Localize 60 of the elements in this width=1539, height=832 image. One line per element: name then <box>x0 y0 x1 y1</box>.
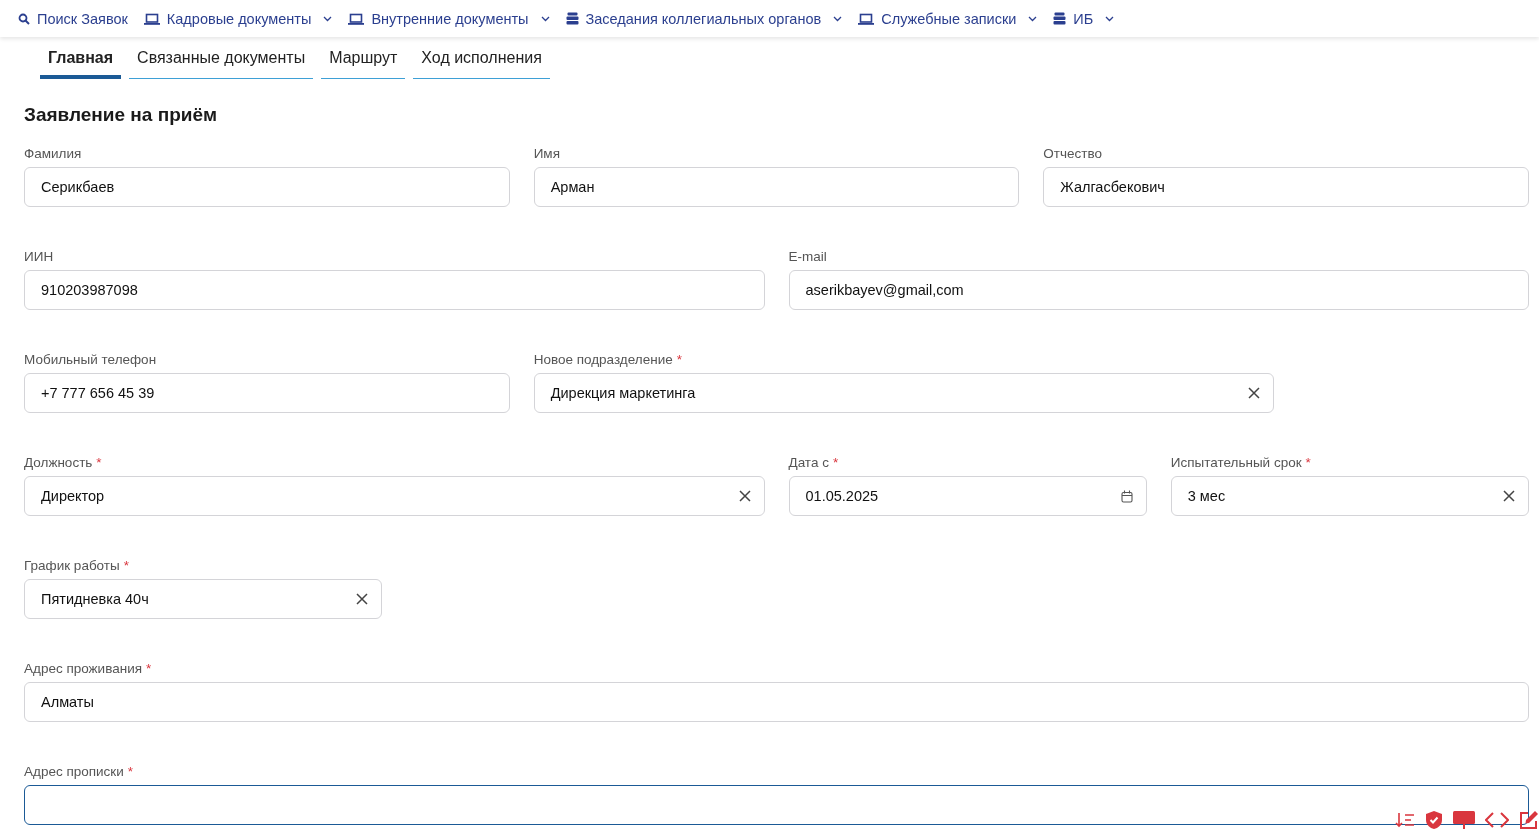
input-field[interactable]: aserikbayev@gmail,com <box>788 270 1529 310</box>
required-mark: * <box>146 661 152 676</box>
nav-menu-item[interactable]: ИБ <box>1053 10 1115 27</box>
field-label: Испытательный срок <box>1170 455 1302 470</box>
date-field[interactable]: 01.05.2025 <box>788 476 1147 516</box>
field-label: График работы <box>24 558 120 573</box>
nav-menu-item[interactable]: Поиск Заявок <box>18 10 128 27</box>
select-field[interactable]: Дирекция маркетинга <box>533 373 1275 413</box>
clear-icon[interactable] <box>738 490 751 502</box>
field-label: Адрес проживания <box>24 661 142 676</box>
field-label: ИИН <box>24 249 54 264</box>
select-field[interactable]: Пятидневка 40ч <box>24 579 383 619</box>
shield-check-icon[interactable] <box>1425 810 1443 830</box>
input-field[interactable] <box>24 785 1529 825</box>
nav-menu-item[interactable]: Заседания коллегиальных органов <box>565 10 843 27</box>
nav-menu-item[interactable]: Внутренние документы <box>348 10 550 27</box>
tab[interactable]: Связанные документы <box>129 43 314 79</box>
field-label: Фамилия <box>24 146 82 161</box>
edit-icon[interactable] <box>1519 810 1539 830</box>
archive-icon <box>565 12 579 25</box>
input-field[interactable]: 910203987098 <box>24 270 765 310</box>
clear-icon[interactable] <box>1248 387 1261 399</box>
field-label: Мобильный телефон <box>24 352 157 367</box>
laptop-icon <box>858 12 875 25</box>
required-mark: * <box>1305 455 1311 470</box>
search-icon <box>18 12 30 25</box>
laptop-icon <box>348 12 365 25</box>
field-label: E-mail <box>788 249 827 264</box>
sort-icon[interactable] <box>1395 812 1415 828</box>
field-label: Имя <box>533 146 560 161</box>
tab[interactable]: Ход исполнения <box>413 43 550 79</box>
clear-icon[interactable] <box>356 593 369 605</box>
required-mark: * <box>96 455 102 470</box>
tab[interactable]: Главная <box>40 43 122 79</box>
monitor-icon[interactable] <box>1453 811 1475 829</box>
input-field[interactable]: Алматы <box>24 682 1529 722</box>
clear-icon[interactable] <box>1503 490 1515 502</box>
code-icon[interactable] <box>1485 812 1509 828</box>
required-mark: * <box>676 352 682 367</box>
nav-menu-item[interactable]: Служебные записки <box>858 10 1038 27</box>
form-title: Заявление на приём <box>24 104 219 126</box>
field-label: Дата с <box>788 455 829 470</box>
input-field[interactable]: Жалгасбекович <box>1043 167 1529 207</box>
field-label: Адрес прописки <box>24 764 124 779</box>
field-label: Новое подразделение <box>533 352 673 367</box>
input-field[interactable]: Серикбаев <box>24 167 510 207</box>
field-label: Отчество <box>1043 146 1102 161</box>
laptop-icon <box>143 12 160 25</box>
nav-menu-item[interactable]: Кадровые документы <box>143 10 333 27</box>
input-field[interactable]: +7 777 656 45 39 <box>24 373 510 413</box>
calendar-icon[interactable] <box>1120 489 1133 503</box>
required-mark: * <box>127 764 134 779</box>
archive-icon <box>1053 12 1067 25</box>
select-field[interactable]: Директор <box>24 476 765 516</box>
required-mark: * <box>123 558 129 573</box>
tab[interactable]: Маршрут <box>321 43 406 79</box>
field-label: Должность <box>24 455 93 470</box>
select-field[interactable]: 3 мес <box>1170 476 1529 516</box>
required-mark: * <box>832 455 839 470</box>
input-field[interactable]: Арман <box>533 167 1020 207</box>
